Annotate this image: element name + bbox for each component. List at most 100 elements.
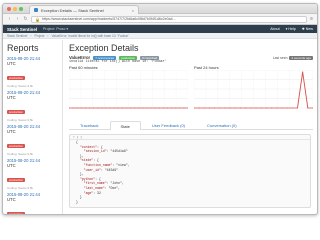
url-text: https://www.stacksentinel.com/app/incide…: [41, 17, 176, 21]
breadcrumb-project[interactable]: Project: [34, 34, 44, 38]
occurrences-badge: 7 occurrences: [93, 55, 117, 60]
chart-point: [72, 107, 74, 109]
lock-icon: 🔒: [35, 16, 40, 22]
json-value: : "John",: [106, 181, 124, 186]
report-meta: Coding. Saves 9,5k: [7, 186, 34, 190]
json-value: : "Doe",: [104, 185, 121, 190]
chart-svg: [69, 70, 188, 109]
url-field[interactable]: 🔒 https://www.stacksentinel.com/app/inci…: [31, 15, 308, 23]
chart-point: [239, 107, 242, 109]
breadcrumb-home[interactable]: Stack Sentinel: [7, 34, 27, 38]
report-item[interactable]: 2015-08-20 21:44UTCproductionCoding. Sav…: [7, 56, 59, 88]
json-key: "python": [76, 176, 96, 181]
report-timezone: UTC: [7, 95, 16, 100]
brand-logo[interactable]: Stack Sentinel: [7, 27, 37, 32]
report-meta: Coding. Saves 9,5k: [7, 118, 34, 122]
chart-point: [117, 107, 119, 109]
help-dropdown[interactable]: ▾ Help: [286, 27, 296, 31]
report-meta: Coding. Saves 9,5k: [7, 84, 34, 88]
chart-svg: [194, 70, 313, 109]
json-key: "age": [76, 190, 94, 195]
json-key: "first_name": [76, 181, 107, 186]
json-value: : {: [97, 144, 103, 149]
tab-user-feedback[interactable]: User Feedback (0): [141, 121, 196, 129]
chart-point: [183, 107, 185, 109]
page-title: Exception Details: [69, 43, 139, 53]
chart-point: [286, 107, 288, 109]
chart-point: [255, 107, 257, 109]
chart-point: [88, 107, 91, 109]
forward-arrow-icon[interactable]: ›: [15, 16, 20, 22]
browser-window: Exception Details — Stack Sentinel × ‹ ›…: [2, 3, 318, 215]
report-item[interactable]: 2015-08-20 21:44UTCproductionCoding. Sav…: [7, 158, 59, 190]
chart-past-60-minutes: Past 60 minutes: [69, 65, 188, 113]
chart-point: [142, 107, 144, 109]
json-value: : "view",: [112, 162, 130, 167]
chart-past-24-hours: Past 24 hours: [194, 65, 313, 113]
tab-state[interactable]: State: [109, 121, 141, 130]
report-timezone: UTC: [7, 197, 16, 202]
json-value: },: [76, 172, 84, 177]
report-item[interactable]: 2015-08-20 21:44UTCproductionCoding. Sav…: [7, 90, 59, 122]
chart-point: [146, 107, 148, 109]
reload-icon[interactable]: ↻: [23, 16, 28, 22]
json-value: : {: [93, 158, 99, 163]
new-button[interactable]: ✚ New: [302, 27, 313, 31]
chart-point: [234, 107, 236, 109]
chart-point: [158, 107, 160, 109]
json-key: "state": [76, 158, 94, 163]
report-timezone: UTC: [7, 129, 16, 134]
json-value: }: [76, 199, 78, 204]
chart-point: [224, 107, 226, 109]
report-item[interactable]: 2015-08-20 21:44UTCproductionCoding. Sav…: [7, 192, 59, 214]
browser-tab[interactable]: Exception Details — Stack Sentinel ×: [29, 5, 139, 14]
detail-tabs: Traceback State User Feedback (0) Conver…: [69, 121, 313, 130]
hamburger-menu-icon[interactable]: ≡: [310, 16, 313, 22]
chart-point: [271, 107, 273, 109]
chart-point: [105, 107, 107, 109]
chart-point: [166, 107, 169, 109]
app-navbar: Stack Sentinel Project: Prosc ▾ About ▾ …: [3, 25, 317, 33]
last-seen-label: Last seen: [272, 55, 288, 60]
report-environment-badge: production: [7, 212, 26, 214]
charts-row: Past 60 minutes Past 24 hours: [69, 65, 313, 113]
chart-point: [154, 107, 156, 109]
report-environment-badge: production: [7, 110, 26, 114]
status-badge[interactable]: Unresolved: [140, 55, 160, 60]
report-item[interactable]: 2015-08-20 21:44UTCproductionCoding. Sav…: [7, 124, 59, 156]
chart-point: [203, 107, 205, 109]
breadcrumb-separator: ›: [30, 33, 32, 38]
chart-point: [175, 107, 177, 109]
report-timezone: UTC: [7, 61, 16, 66]
report-timezone: UTC: [7, 163, 16, 168]
chart-point: [219, 107, 221, 109]
minimize-window-button[interactable]: [13, 7, 17, 11]
tab-conversation[interactable]: Conversation (0): [196, 121, 248, 129]
chart-point: [281, 107, 283, 109]
chart-point: [170, 107, 173, 109]
tab-traceback[interactable]: Traceback: [69, 121, 110, 129]
project-dropdown[interactable]: Project: Prosc ▾: [43, 27, 68, 31]
breadcrumb: Stack Sentinel › Project › ValueError: i…: [3, 33, 317, 39]
maximize-window-button[interactable]: [19, 7, 23, 11]
report-environment-badge: production: [7, 76, 26, 80]
address-bar-row: ‹ › ↻ 🔒 https://www.stacksentinel.com/ap…: [3, 14, 317, 25]
close-tab-icon[interactable]: ×: [132, 8, 134, 13]
browser-tab-title: Exception Details — Stack Sentinel: [41, 7, 104, 13]
chart-point: [214, 107, 216, 109]
json-value: : 32: [93, 190, 101, 195]
json-line: }: [70, 200, 310, 205]
chart-point: [245, 107, 247, 109]
chart-point: [125, 107, 128, 109]
environment-badge: production: [119, 55, 138, 60]
json-value: }: [76, 195, 82, 200]
json-value: },: [76, 153, 84, 158]
reports-sidebar: Reports 2015-08-20 21:44 UTC production Cod…: [3, 40, 63, 214]
about-link[interactable]: About: [270, 27, 279, 31]
chart-point: [138, 107, 140, 109]
close-window-button[interactable]: [7, 7, 11, 11]
page-content: Reports 2015-08-20 21:44 UTC production Cod…: [3, 40, 317, 214]
chart-point: [129, 107, 132, 109]
back-arrow-icon[interactable]: ‹: [7, 16, 12, 22]
chart-point: [150, 107, 152, 109]
